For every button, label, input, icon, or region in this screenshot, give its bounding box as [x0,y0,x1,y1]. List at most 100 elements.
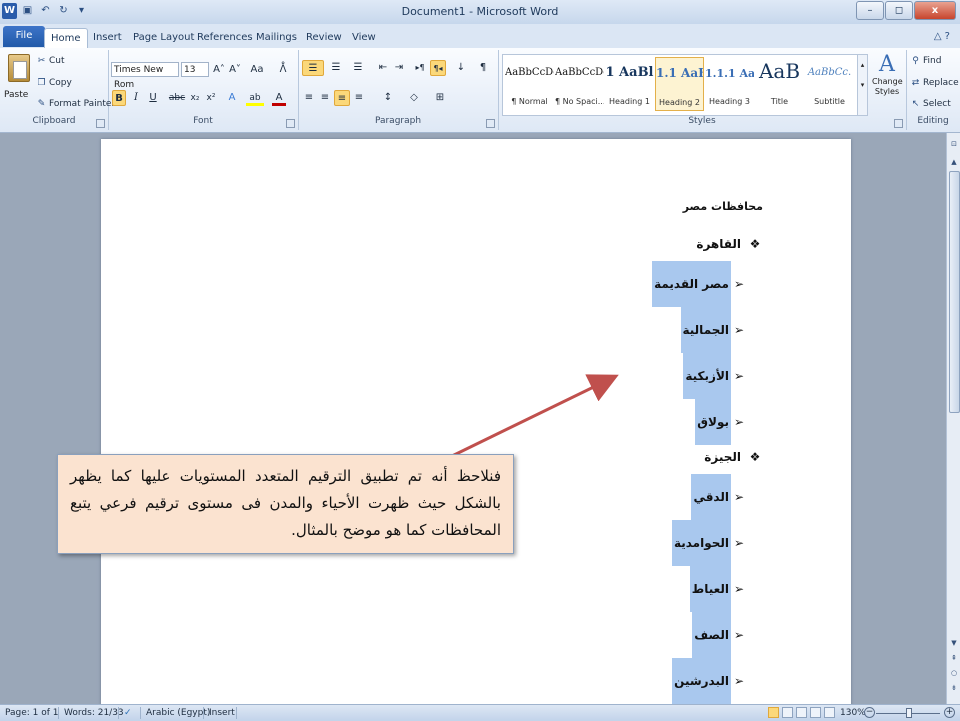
full-screen-view-button[interactable] [782,707,793,718]
tab-references[interactable]: References [191,28,259,48]
increase-indent-button[interactable]: ⇥ [392,60,406,76]
paragraph-launcher[interactable] [486,119,495,128]
change-styles-label: Change Styles [872,77,903,96]
zoom-slider-thumb[interactable] [906,708,912,718]
arrow-bullet-icon: ➢ [733,628,745,642]
governorate-name: الجيزة [704,450,741,464]
strikethrough-button[interactable]: abc [168,90,186,106]
replace-button[interactable]: ⇄ Replace [910,78,959,89]
styles-launcher[interactable] [894,119,903,128]
tab-insert[interactable]: Insert [87,28,128,48]
previous-page-icon[interactable]: ⇞ [948,653,960,664]
document-page[interactable]: محافظات مصر ❖ القاهرة ➢ مصر القديمة ➢ ال… [101,139,851,704]
format-painter-button[interactable]: ✎ Format Painter [36,99,115,110]
tab-home[interactable]: Home [44,28,88,48]
style-heading-1[interactable]: 1 AaBl Heading 1 [605,57,654,111]
help-icon[interactable]: △ ? [934,31,950,42]
language-indicator[interactable]: Arabic (Egypt) [146,705,210,721]
scroll-down-icon[interactable]: ▼ [948,638,960,649]
style-title[interactable]: AaB Title [755,57,804,111]
zoom-out-button[interactable]: − [864,707,875,718]
rtl-button[interactable]: ¶◂ [430,60,446,76]
bold-button[interactable]: B [112,90,126,106]
change-case-button[interactable]: Aa [248,62,266,78]
shading-button[interactable]: ◇ [406,90,422,106]
tab-mailings[interactable]: Mailings [250,28,303,48]
draft-view-button[interactable] [824,707,835,718]
numbering-button[interactable]: ☰ [326,60,346,76]
style-no-spacing[interactable]: AaBbCcDc ¶ No Spaci... [555,57,604,111]
replace-label: Replace [923,78,959,88]
scroll-up-icon[interactable]: ▲ [948,157,960,168]
find-button[interactable]: ⚲ Find [910,56,941,67]
justify-button[interactable]: ≡ [352,90,366,106]
show-marks-button[interactable]: ¶ [476,60,490,76]
cut-button[interactable]: ✂ Cut [36,56,65,67]
font-color-button[interactable]: A [272,90,286,106]
zoom-in-button[interactable]: + [944,707,955,718]
print-layout-view-button[interactable] [768,707,779,718]
web-layout-view-button[interactable] [796,707,807,718]
paragraph-group: ☰ ☰ ☰ ⇤ ⇥ ▸¶ ¶◂ ↓ ¶ ≡ ≡ ≡ ≡ ↕ ◇ ⊞ Paragr… [298,50,499,130]
outline-view-button[interactable] [810,707,821,718]
multilevel-list-button[interactable]: ☰ [348,60,368,76]
subscript-button[interactable]: x₂ [188,90,202,106]
font-name-combo[interactable]: Times New Rom [111,62,179,90]
change-styles-button[interactable]: A Change Styles [872,52,903,97]
align-left-button[interactable]: ≡ [302,90,316,106]
tab-review[interactable]: Review [300,28,348,48]
tab-page-layout[interactable]: Page Layout [127,28,200,48]
vertical-scrollbar[interactable]: ⊡ ▲ ▼ ⇞ ○ ⇟ [946,133,960,704]
clear-formatting-icon[interactable]: ᐰ [276,62,290,78]
bullets-button[interactable]: ☰ [302,60,324,76]
select-button[interactable]: ↖ Select [910,99,951,110]
decrease-indent-button[interactable]: ⇤ [376,60,390,76]
status-divider [58,707,59,719]
style-sample: 1.1 AaE [656,66,703,80]
highlight-button[interactable]: ab [246,90,264,106]
list-level-2-item: ➢ مصر القديمة [652,261,747,307]
word-count[interactable]: Words: 21/33 [64,705,124,721]
font-launcher[interactable] [286,119,295,128]
tab-file[interactable]: File [3,26,45,47]
insert-mode-indicator[interactable]: Insert [209,705,235,721]
text-effects-button[interactable]: A [224,90,240,106]
proofing-icon[interactable]: ✓ [124,705,132,721]
copy-button[interactable]: ❐ Copy [36,78,71,89]
shrink-font-button[interactable]: A˅ [228,62,242,78]
maximize-button[interactable]: ◻ [885,1,913,20]
governorate-name: القاهرة [696,237,741,251]
scrollbar-thumb[interactable] [949,171,960,413]
superscript-button[interactable]: x² [204,90,218,106]
font-size-combo[interactable]: 13 [181,62,209,77]
minimize-button[interactable]: – [856,1,884,20]
next-page-icon[interactable]: ⇟ [948,683,960,694]
italic-button[interactable]: I [130,90,142,106]
style-heading-2[interactable]: 1.1 AaE Heading 2 [655,57,704,111]
tab-view[interactable]: View [346,28,382,48]
line-spacing-button[interactable]: ↕ [380,90,396,106]
borders-button[interactable]: ⊞ [432,90,448,106]
page-count[interactable]: Page: 1 of 1 [5,705,59,721]
style-subtitle[interactable]: AaBbCc. Subtitle [805,57,854,111]
close-button[interactable]: x [914,1,956,20]
center-button[interactable]: ≡ [318,90,332,106]
clipboard-launcher[interactable] [96,119,105,128]
grow-font-button[interactable]: A˄ [212,62,226,78]
style-name: Heading 2 [659,98,700,107]
ruler-toggle-icon[interactable]: ⊡ [948,139,960,150]
style-normal[interactable]: AaBbCcDc ¶ Normal [505,57,554,111]
change-styles-icon: A [879,52,895,77]
district-name: الجمالية [680,307,731,353]
align-right-button[interactable]: ≡ [334,90,350,106]
styles-more-button[interactable]: ▴ ▾ [857,54,868,116]
browse-object-icon[interactable]: ○ [948,668,960,679]
underline-button[interactable]: U [146,90,160,106]
list-level-2-item: ➢ العياط [689,566,747,612]
zoom-level[interactable]: 130% [840,705,866,721]
style-heading-3[interactable]: 1.1.1 Aa Heading 3 [705,57,754,111]
sort-button[interactable]: ↓ [454,60,468,76]
paste-icon[interactable] [8,54,30,82]
ltr-button[interactable]: ▸¶ [412,60,428,76]
paste-button[interactable]: Paste [4,90,28,100]
